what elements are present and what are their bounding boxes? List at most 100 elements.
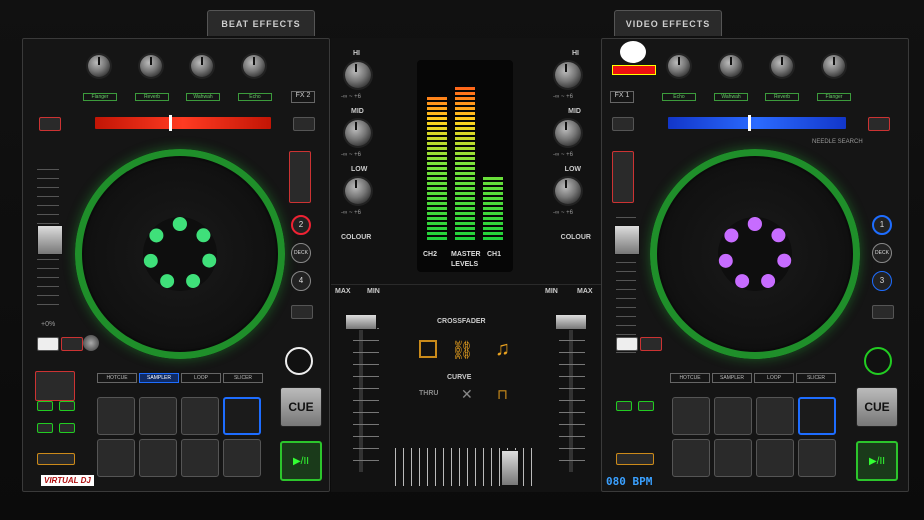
brake-button-right[interactable] [864, 347, 892, 375]
curve-x-icon[interactable]: ✕ [461, 386, 473, 403]
fx-select-button-right[interactable]: FX 1 [610, 91, 634, 103]
pad-8-right[interactable] [798, 439, 836, 477]
effect-label-1[interactable]: Flanger [83, 93, 117, 101]
shift-button-left[interactable] [37, 453, 75, 465]
pad-mode-sampler-right[interactable]: SAMPLER [712, 373, 752, 383]
cue-button-left[interactable]: CUE [280, 387, 322, 427]
play-button-left[interactable]: ▶/II [280, 441, 322, 481]
loop-out-right[interactable] [638, 401, 654, 411]
loop-in-left[interactable] [37, 401, 53, 411]
curve-table-icon[interactable]: ⊓ [497, 386, 508, 403]
effect-knob-1[interactable] [88, 55, 110, 77]
loop-half-left[interactable] [37, 423, 53, 433]
loop-button[interactable] [39, 117, 61, 131]
effect-toggles-right[interactable] [612, 151, 634, 203]
pitch-bar-left[interactable] [95, 117, 271, 129]
record-button-right[interactable] [640, 337, 662, 351]
video-effects-tab[interactable]: VIDEO EFFECTS [614, 10, 722, 36]
effect-knob-r1[interactable] [668, 55, 690, 77]
pad-5-right[interactable] [672, 439, 710, 477]
effect-label-r2[interactable]: Wahwah [714, 93, 748, 101]
effect-knob-4[interactable] [243, 55, 265, 77]
effect-label-4[interactable]: Echo [238, 93, 272, 101]
shift-button-right[interactable] [616, 453, 654, 465]
loop-double-left[interactable] [59, 423, 75, 433]
effect-label-r1[interactable]: Echo [662, 93, 696, 101]
deck-number-1[interactable]: 1 [872, 215, 892, 235]
deck-number-2[interactable]: 2 [291, 215, 311, 235]
pad-2-right[interactable] [714, 397, 752, 435]
tempo-slider-right[interactable] [614, 225, 640, 255]
pad-6-right[interactable] [714, 439, 752, 477]
effect-knob-2[interactable] [140, 55, 162, 77]
brake-button-left[interactable] [285, 347, 313, 375]
keylock-right[interactable] [872, 305, 894, 319]
pad-mode-hotcue[interactable]: HOTCUE [97, 373, 137, 383]
channel-fader-right[interactable] [555, 314, 587, 330]
pad-6-left[interactable] [139, 439, 177, 477]
pad-mode-sampler[interactable]: SAMPLER [139, 373, 179, 383]
deck-number-4[interactable]: 4 [291, 271, 311, 291]
pad-4-left[interactable] [223, 397, 261, 435]
eq-low-knob-right[interactable] [555, 178, 581, 204]
pad-7-left[interactable] [181, 439, 219, 477]
gain-knob-left[interactable] [83, 335, 99, 351]
tempo-slider-left[interactable] [37, 225, 63, 255]
cue-button-right[interactable]: CUE [856, 387, 898, 427]
pad-3-left[interactable] [181, 397, 219, 435]
eq-hi-knob-right[interactable] [555, 62, 581, 88]
record-button-left[interactable] [61, 337, 83, 351]
jog-center-right [718, 217, 792, 291]
eq-mid-knob-left[interactable] [345, 120, 371, 146]
pad-3-right[interactable] [756, 397, 794, 435]
effect-toggles-left[interactable] [289, 151, 311, 203]
jog-wheel-right[interactable] [650, 149, 860, 359]
music-note-icon[interactable]: ♫ [495, 338, 510, 361]
pad-1-right[interactable] [672, 397, 710, 435]
pad-1-left[interactable] [97, 397, 135, 435]
pad-8-left[interactable] [223, 439, 261, 477]
crossfader[interactable] [501, 450, 519, 486]
video-fx-icon[interactable] [419, 340, 437, 358]
effect-label-2[interactable]: Reverb [135, 93, 169, 101]
pad-2-left[interactable] [139, 397, 177, 435]
eq-hi-knob-left[interactable] [345, 62, 371, 88]
thru-label[interactable]: THRU [419, 390, 438, 397]
reverse-button-left[interactable] [37, 337, 59, 351]
beat-effects-tab[interactable]: BEAT EFFECTS [207, 10, 315, 36]
effect-label-3[interactable]: Wahwah [186, 93, 220, 101]
deck-number-3[interactable]: 3 [872, 271, 892, 291]
loop-out-left[interactable] [59, 401, 75, 411]
deck-switch-right[interactable]: DECK [872, 243, 892, 263]
play-button-right[interactable]: ▶/II [856, 441, 898, 481]
effect-knob-r2[interactable] [720, 55, 742, 77]
sync-button-right[interactable] [612, 117, 634, 131]
effect-label-r4[interactable]: Flanger [817, 93, 851, 101]
pitch-bar-right[interactable] [668, 117, 846, 129]
effect-knob-3[interactable] [191, 55, 213, 77]
eq-mid-knob-right[interactable] [555, 120, 581, 146]
deck-switch-left[interactable]: DECK [291, 243, 311, 263]
pad-5-left[interactable] [97, 439, 135, 477]
sync-button[interactable] [293, 117, 315, 131]
pad-mode-hotcue-right[interactable]: HOTCUE [670, 373, 710, 383]
keylock-left[interactable] [291, 305, 313, 319]
pad-mode-loop[interactable]: LOOP [181, 373, 221, 383]
effect-label-r3[interactable]: Reverb [765, 93, 799, 101]
loop-in-right[interactable] [616, 401, 632, 411]
pad-7-right[interactable] [756, 439, 794, 477]
jog-wheel-left[interactable] [75, 149, 285, 359]
reverse-button-right[interactable] [616, 337, 638, 351]
pad-4-right[interactable] [798, 397, 836, 435]
fx-select-button[interactable]: FX 2 [291, 91, 315, 103]
loop-button-right[interactable] [868, 117, 890, 131]
link-icon[interactable]: ⛓ [451, 340, 474, 361]
pad-mode-slicer-right[interactable]: SLICER [796, 373, 836, 383]
pad-mode-slicer[interactable]: SLICER [223, 373, 263, 383]
effect-knob-r4[interactable] [823, 55, 845, 77]
pad-mode-loop-right[interactable]: LOOP [754, 373, 794, 383]
effect-knob-r3[interactable] [771, 55, 793, 77]
channel-fader-left[interactable] [345, 314, 377, 330]
auto-loop-left[interactable] [35, 371, 75, 401]
eq-low-knob-left[interactable] [345, 178, 371, 204]
